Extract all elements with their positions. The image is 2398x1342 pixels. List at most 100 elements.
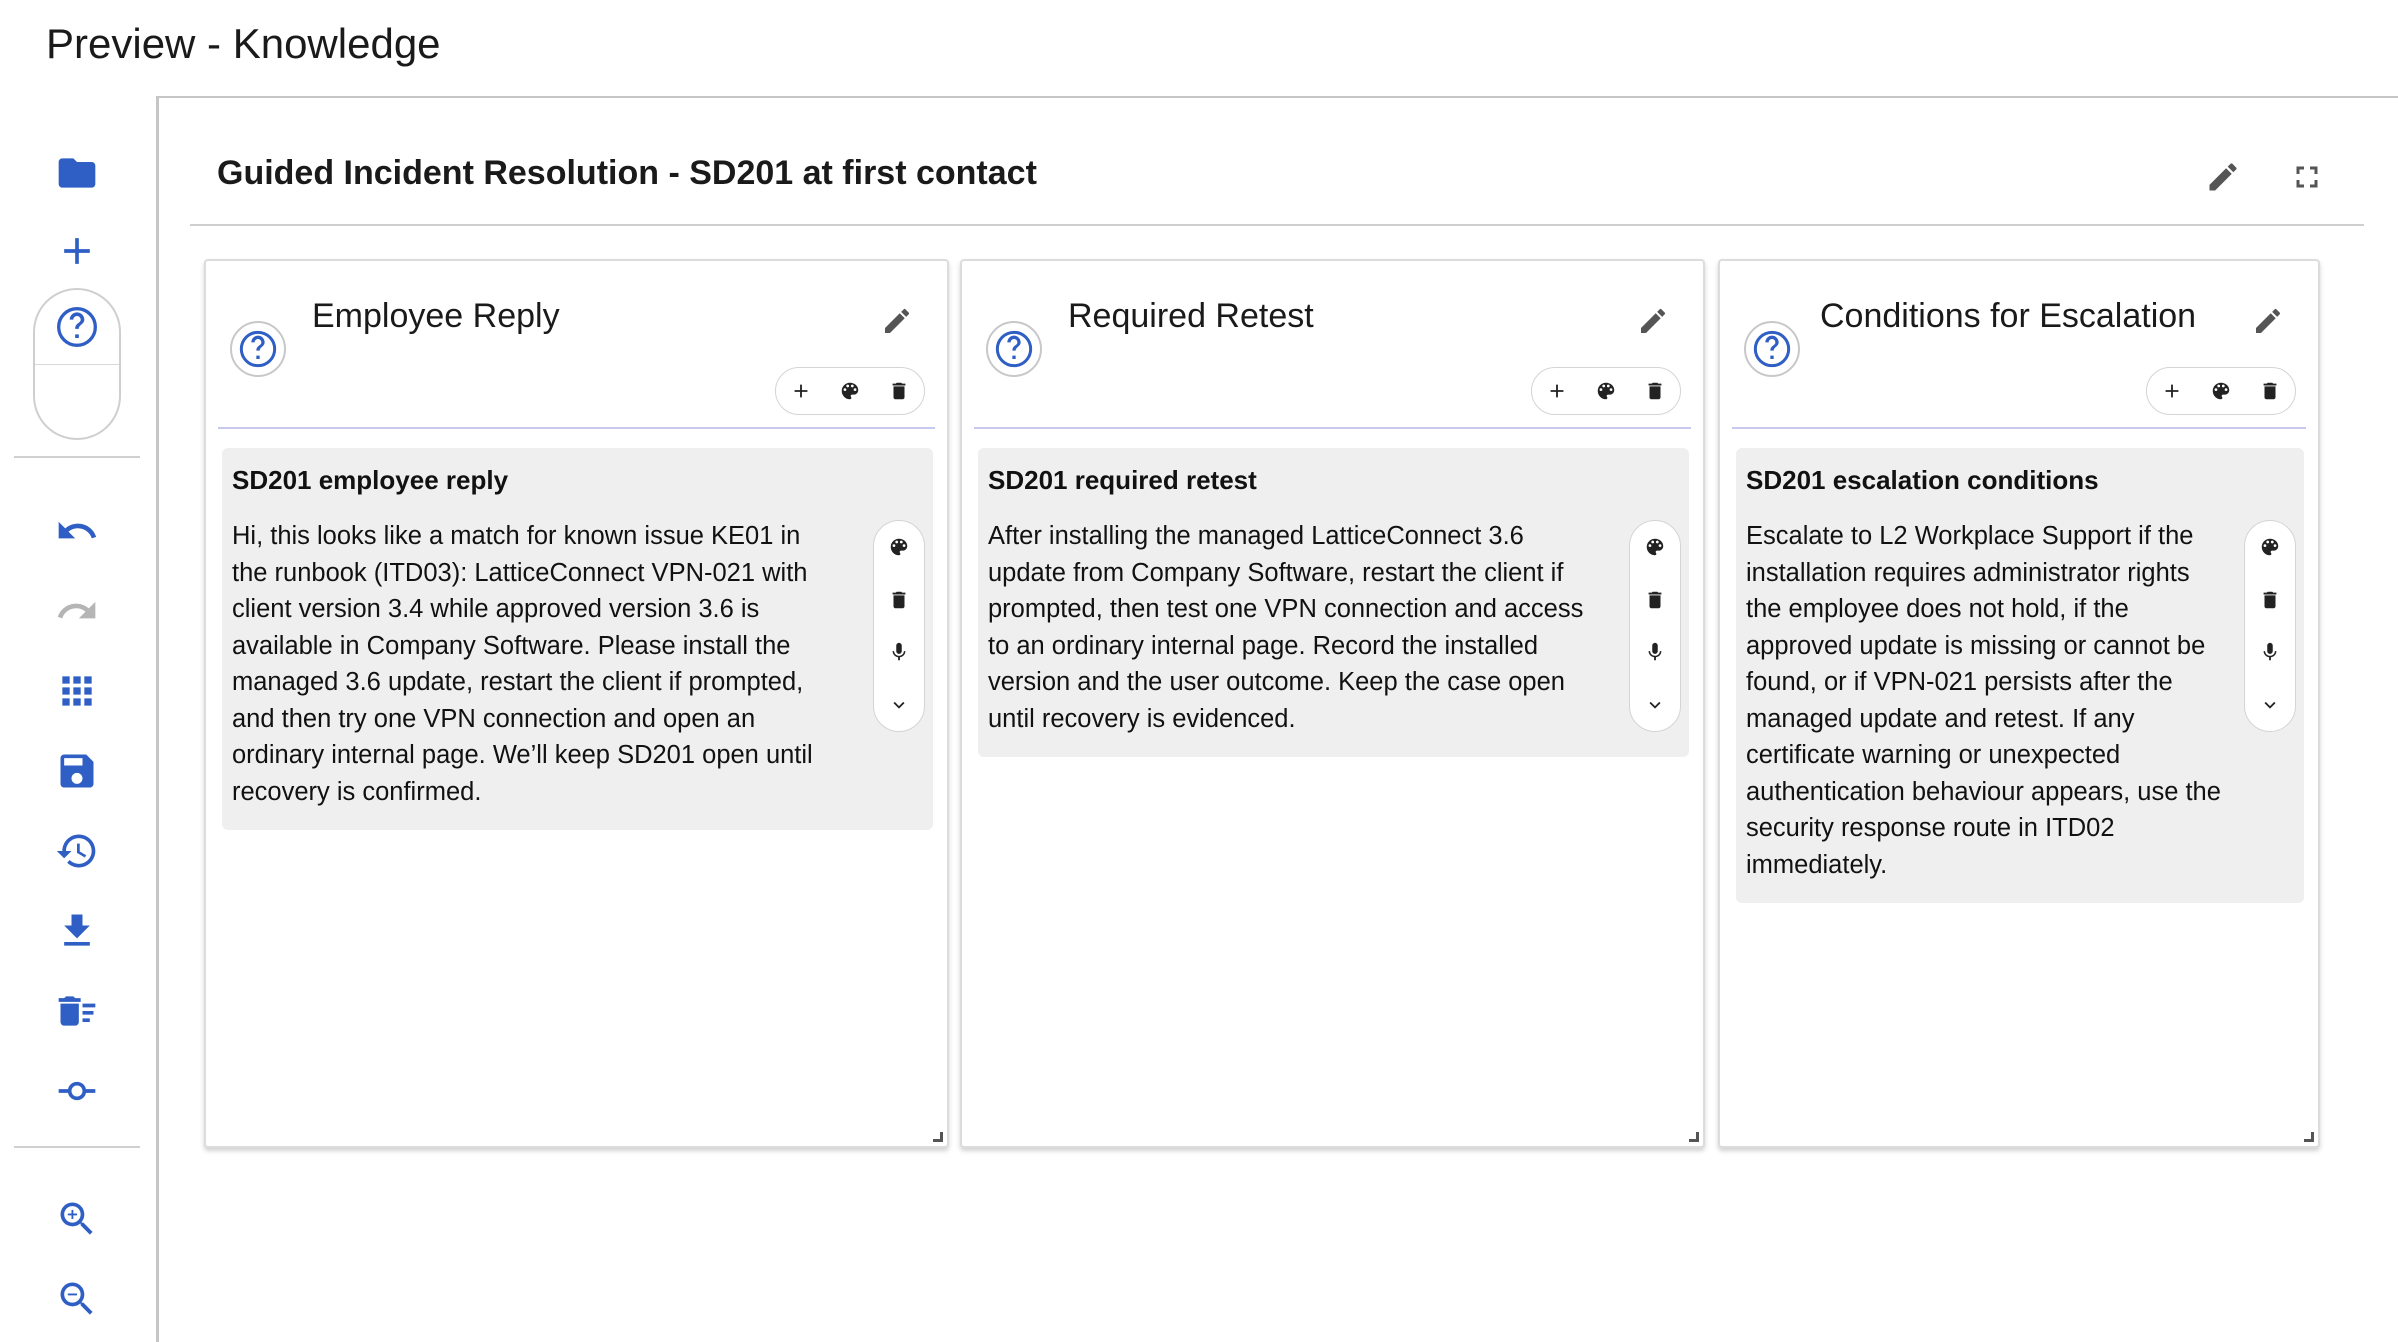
palette-icon (1597, 382, 1615, 400)
note-color-button[interactable] (874, 521, 924, 574)
history-icon (56, 834, 96, 868)
note[interactable]: SD201 required retest After installing t… (978, 448, 1689, 757)
board-title: Guided Incident Resolution - SD201 at fi… (217, 154, 1037, 192)
add-button[interactable] (46, 220, 108, 282)
zoom-out-icon (60, 1282, 93, 1315)
note-title: SD201 required retest (988, 465, 1257, 495)
note-tools (2244, 520, 2296, 732)
microphone-icon (1648, 643, 1662, 661)
note-color-button[interactable] (2245, 521, 2295, 574)
redo-icon (57, 601, 96, 619)
note-body: After installing the managed LatticeConn… (988, 522, 1584, 733)
download-button[interactable] (46, 900, 108, 962)
chevron-down-icon (893, 701, 905, 709)
microphone-icon (2263, 643, 2277, 661)
card-employee-reply[interactable]: Employee Reply SD201 employee reply Hi, … (204, 259, 949, 1148)
add-note-button[interactable] (2147, 368, 2196, 414)
card-edit-button[interactable] (877, 301, 917, 341)
note-expand-button[interactable] (1630, 679, 1680, 732)
card-title: Conditions for Escalation (1820, 297, 2197, 335)
board-edit-button[interactable] (2199, 153, 2247, 201)
card-color-button[interactable] (825, 368, 874, 414)
card-conditions-for-escalation[interactable]: Conditions for Escalation SD201 escalati… (1718, 259, 2320, 1148)
grid-button[interactable] (46, 660, 108, 722)
resize-handle[interactable] (2304, 1132, 2314, 1142)
card-help-button[interactable] (230, 321, 286, 377)
folder-button[interactable] (46, 142, 108, 204)
note-color-button[interactable] (1630, 521, 1680, 574)
palette-icon (1646, 539, 1664, 556)
card-actions (1531, 367, 1681, 415)
note-dictate-button[interactable] (874, 626, 924, 679)
card-help-button[interactable] (986, 321, 1042, 377)
save-button[interactable] (46, 740, 108, 802)
note-delete-button[interactable] (874, 574, 924, 627)
pencil-icon (885, 308, 910, 333)
help-icon (239, 330, 277, 368)
grid-icon (62, 676, 92, 706)
card-divider (1732, 427, 2306, 429)
note-title: SD201 employee reply (232, 465, 509, 495)
help-icon (995, 330, 1033, 368)
note-dictate-button[interactable] (2245, 626, 2295, 679)
card-actions (2146, 367, 2296, 415)
zoom-in-button[interactable] (46, 1188, 108, 1250)
note[interactable]: SD201 employee reply Hi, this looks like… (222, 448, 933, 830)
card-help-button[interactable] (1744, 321, 1800, 377)
card-delete-button[interactable] (875, 368, 924, 414)
help-button[interactable] (35, 290, 119, 365)
help-icon (1753, 330, 1791, 368)
trash-icon (1648, 591, 1662, 608)
page-title: Preview - Knowledge (46, 20, 441, 67)
card-title: Employee Reply (312, 297, 560, 335)
pencil-icon (1641, 308, 1666, 333)
card-divider (974, 427, 1691, 429)
add-icon (2165, 384, 2179, 398)
zoom-out-button[interactable] (46, 1268, 108, 1330)
save-icon (60, 754, 94, 788)
board-divider (190, 224, 2364, 226)
trash-icon (892, 382, 906, 400)
trash-icon (2263, 591, 2277, 608)
add-note-button[interactable] (776, 368, 825, 414)
trash-icon (2263, 382, 2277, 400)
zoom-in-icon (60, 1202, 93, 1235)
note-expand-button[interactable] (2245, 679, 2295, 732)
card-delete-button[interactable] (1631, 368, 1680, 414)
resize-handle[interactable] (933, 1132, 943, 1142)
add-icon (1550, 384, 1564, 398)
card-color-button[interactable] (1581, 368, 1630, 414)
add-icon (794, 384, 808, 398)
help-toggle[interactable] (33, 288, 121, 440)
note[interactable]: SD201 escalation conditions Escalate to … (1736, 448, 2304, 903)
microphone-icon (892, 643, 906, 661)
redo-button[interactable] (46, 580, 108, 642)
card-delete-button[interactable] (2246, 368, 2295, 414)
card-edit-button[interactable] (2248, 301, 2288, 341)
folder-icon (58, 158, 96, 188)
card-edit-button[interactable] (1633, 301, 1673, 341)
commit-button[interactable] (46, 1060, 108, 1122)
chevron-down-icon (1649, 701, 1661, 709)
note-delete-button[interactable] (1630, 574, 1680, 627)
clear-all-button[interactable] (46, 980, 108, 1042)
history-button[interactable] (46, 820, 108, 882)
resize-handle[interactable] (1689, 1132, 1699, 1142)
add-note-button[interactable] (1532, 368, 1581, 414)
clear-all-icon (58, 996, 96, 1026)
card-title: Required Retest (1068, 297, 1314, 335)
help-icon (57, 307, 97, 347)
note-delete-button[interactable] (2245, 574, 2295, 627)
card-color-button[interactable] (2196, 368, 2245, 414)
note-tools (873, 520, 925, 732)
card-required-retest[interactable]: Required Retest SD201 required retest Af… (960, 259, 1705, 1148)
note-expand-button[interactable] (874, 679, 924, 732)
left-toolbar (0, 120, 156, 1342)
download-icon (64, 914, 90, 946)
undo-button[interactable] (46, 500, 108, 562)
fullscreen-button[interactable] (2283, 153, 2331, 201)
note-dictate-button[interactable] (1630, 626, 1680, 679)
toolbar-divider (14, 1146, 140, 1148)
card-actions (775, 367, 925, 415)
note-body: Escalate to L2 Workplace Support if the … (1746, 522, 2221, 879)
